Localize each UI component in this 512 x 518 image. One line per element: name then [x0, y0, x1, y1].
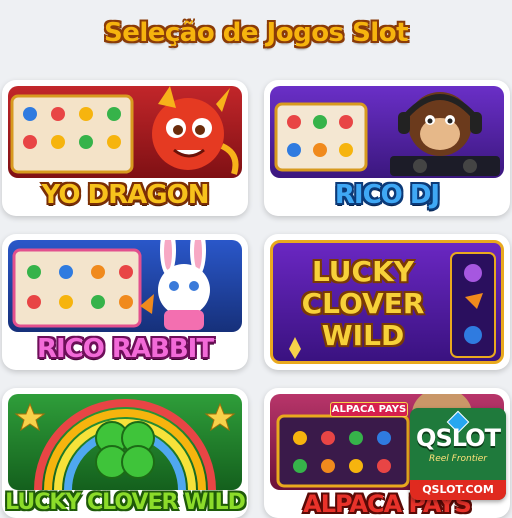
clover-rainbow-illustration: [14, 399, 236, 490]
badge-brand: QSLOT: [416, 424, 501, 452]
lucky-clover-wild-small-artwork: [8, 394, 242, 490]
game-title-yo-dragon: YO DRAGON: [41, 180, 210, 210]
badge-tagline: Reel Frontier: [428, 454, 488, 464]
rabbit-illustration: [12, 240, 210, 330]
game-card-rico-dj[interactable]: RICO DJ: [264, 80, 510, 216]
page-title: Seleção de Jogos Slot: [103, 18, 409, 48]
game-card-lucky-clover-wild-art[interactable]: LUCKY CLOVER WILD: [264, 234, 510, 370]
badge-url: QSLOT.COM: [410, 480, 506, 500]
game-card-lucky-clover-wild[interactable]: LUCKY CLOVER WILD: [2, 388, 248, 518]
game-title-rico-rabbit: RICO RABBIT: [36, 334, 214, 364]
art-title-line-1: LUCKY: [311, 255, 415, 288]
qslot-logo-badge[interactable]: QSLOT Reel Frontier QSLOT.COM: [410, 408, 506, 500]
dragon-illustration: [10, 86, 239, 175]
rico-dj-artwork: [270, 86, 504, 178]
monkey-dj-illustration: [274, 92, 500, 176]
yo-dragon-artwork: [8, 86, 242, 178]
game-title-rico-dj: RICO DJ: [334, 180, 440, 210]
art-title-line-3: WILD: [321, 319, 405, 352]
art-title-line-2: CLOVER: [301, 287, 425, 320]
lucky-clover-wild-artwork: LUCKY CLOVER WILD: [270, 240, 504, 364]
rico-rabbit-artwork: [8, 240, 242, 332]
game-card-yo-dragon[interactable]: YO DRAGON: [2, 80, 248, 216]
game-card-rico-rabbit[interactable]: RICO RABBIT: [2, 234, 248, 370]
game-title-lucky-clover-wild: LUCKY CLOVER WILD: [5, 490, 246, 515]
alpaca-art-banner: ALPACA PAYS: [330, 402, 408, 417]
